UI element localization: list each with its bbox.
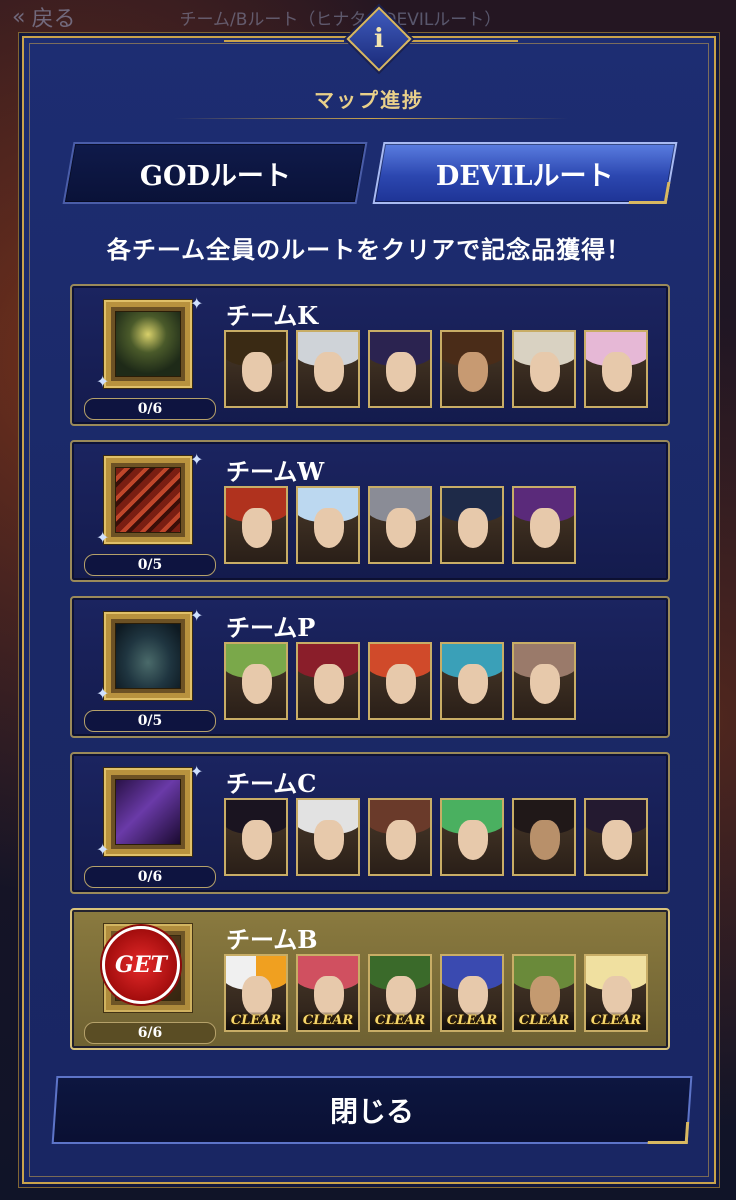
member-portrait[interactable] (512, 486, 576, 564)
sparkle-icon: ✦ (96, 528, 110, 547)
member-list (224, 798, 648, 876)
sparkle-icon: ✦ (96, 372, 110, 391)
progress-counter: 0/5 (84, 710, 216, 732)
member-portrait[interactable]: CLEAR (440, 954, 504, 1032)
member-portrait[interactable] (440, 642, 504, 720)
team-card: ✦ ✦ 0/5 チームW (70, 440, 670, 582)
clear-label: CLEAR (370, 1012, 430, 1030)
member-portrait[interactable] (368, 486, 432, 564)
team-name: チームK (226, 301, 319, 330)
member-portrait[interactable] (224, 642, 288, 720)
sparkle-icon: ✦ (96, 684, 110, 703)
tab-god-route[interactable]: GODルート (62, 142, 368, 204)
member-portrait[interactable]: CLEAR (224, 954, 288, 1032)
sparkle-icon: ✦ (96, 840, 110, 859)
modal-title: マップ進捗 (314, 88, 424, 112)
clear-label: CLEAR (586, 1012, 646, 1030)
member-portrait[interactable] (512, 642, 576, 720)
member-portrait[interactable] (296, 330, 360, 408)
title-divider (174, 118, 568, 119)
ornament-left (224, 40, 344, 52)
member-portrait[interactable] (224, 330, 288, 408)
member-list (224, 330, 648, 408)
member-portrait[interactable]: CLEAR (368, 954, 432, 1032)
get-badge: GET (102, 926, 180, 1004)
member-portrait[interactable] (512, 798, 576, 876)
back-chevron-icon: « (12, 4, 26, 30)
button-corner-accent (647, 1122, 690, 1144)
team-card: ✦ ✦ 0/6 チームC (70, 752, 670, 894)
tab-devil-route[interactable]: DEVILルート (372, 142, 678, 204)
progress-counter: 0/5 (84, 554, 216, 576)
member-portrait[interactable]: CLEAR (296, 954, 360, 1032)
member-portrait[interactable] (224, 486, 288, 564)
member-list (224, 642, 576, 720)
reward-image (115, 623, 181, 689)
sparkle-icon: ✦ (190, 294, 204, 313)
team-card: ✦ ✦ 0/5 チームP (70, 596, 670, 738)
clear-label: CLEAR (226, 1012, 286, 1030)
map-progress-modal: i マップ進捗 GODルート DEVILルート 各チーム全員のルートをクリアで記… (22, 6, 716, 1184)
clear-label: CLEAR (514, 1012, 574, 1030)
team-name: チームC (226, 769, 317, 798)
reward-frame[interactable] (104, 612, 192, 700)
team-name: チームB (226, 925, 318, 954)
progress-counter: 6/6 (84, 1022, 216, 1044)
member-portrait[interactable] (296, 798, 360, 876)
ornament-right (398, 40, 518, 52)
member-portrait[interactable]: CLEAR (512, 954, 576, 1032)
member-portrait[interactable] (440, 486, 504, 564)
team-name: チームP (226, 613, 316, 642)
member-portrait[interactable] (584, 330, 648, 408)
member-portrait[interactable] (296, 642, 360, 720)
close-button-label: 閉じる (329, 1095, 414, 1128)
member-portrait[interactable] (440, 330, 504, 408)
member-portrait[interactable]: CLEAR (584, 954, 648, 1032)
progress-counter: 0/6 (84, 398, 216, 420)
reward-image (115, 779, 181, 845)
back-label: 戻る (31, 7, 76, 32)
member-portrait[interactable] (440, 798, 504, 876)
member-portrait[interactable] (368, 798, 432, 876)
top-title: チーム/Bルート（ヒナタ・DEVILルート） (179, 9, 502, 30)
close-button[interactable]: 閉じる (51, 1076, 693, 1144)
tab-devil-route-label: DEVILルート (436, 160, 614, 192)
team-card: ✦ ✦ 0/6 チームK (70, 284, 670, 426)
member-portrait[interactable] (584, 798, 648, 876)
instruction-text: 各チーム全員のルートをクリアで記念品獲得！ (106, 235, 632, 264)
sparkle-icon: ✦ (190, 450, 204, 469)
tab-corner-accent (628, 182, 671, 204)
clear-label: CLEAR (442, 1012, 502, 1030)
member-list: CLEAR CLEAR CLEAR CLEAR CLEAR CLEAR (224, 954, 648, 1032)
member-portrait[interactable] (368, 642, 432, 720)
sparkle-icon: ✦ (190, 762, 204, 781)
tab-god-route-label: GODルート (139, 160, 291, 192)
reward-image (115, 311, 181, 377)
reward-frame[interactable] (104, 300, 192, 388)
reward-frame[interactable] (104, 768, 192, 856)
progress-counter: 0/6 (84, 866, 216, 888)
team-card-cleared: GET 6/6 チームB CLEAR CLEAR CLEAR CLEAR CLE… (70, 908, 670, 1050)
member-portrait[interactable] (296, 486, 360, 564)
member-portrait[interactable] (224, 798, 288, 876)
member-list (224, 486, 576, 564)
sparkle-icon: ✦ (190, 606, 204, 625)
reward-frame[interactable] (104, 456, 192, 544)
team-name: チームW (226, 457, 325, 486)
reward-image (115, 467, 181, 533)
back-button[interactable]: « 戻る (12, 1, 75, 33)
member-portrait[interactable] (368, 330, 432, 408)
member-portrait[interactable] (512, 330, 576, 408)
clear-label: CLEAR (298, 1012, 358, 1030)
